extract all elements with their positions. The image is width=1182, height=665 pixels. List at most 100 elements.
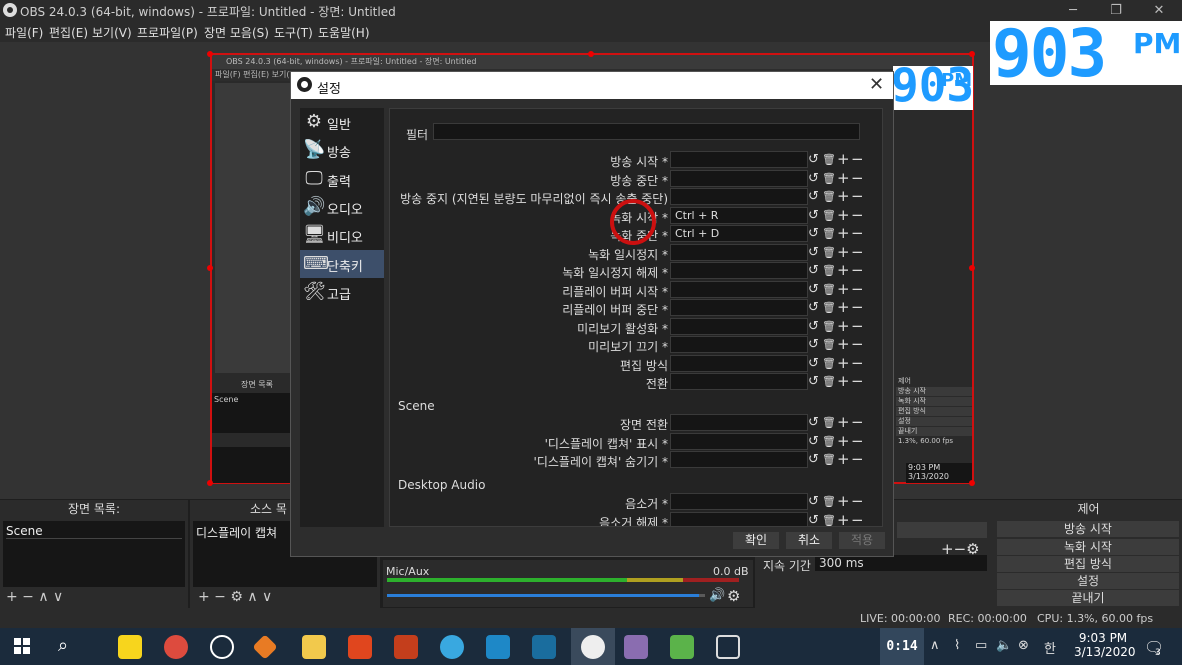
transform-handle[interactable]: [207, 480, 213, 486]
revert-icon[interactable]: ↺: [808, 336, 819, 353]
remove-icon[interactable]: −: [851, 188, 864, 205]
add-icon[interactable]: +: [837, 151, 850, 168]
recording-timer[interactable]: 0:14: [880, 628, 924, 665]
remove-icon[interactable]: −: [851, 280, 864, 298]
sidebar-item-hotkeys[interactable]: ⌨ 단축키: [300, 250, 384, 278]
add-icon[interactable]: +: [837, 493, 850, 510]
add-icon[interactable]: +: [837, 243, 850, 261]
revert-icon[interactable]: ↺: [808, 355, 819, 372]
add-icon[interactable]: +: [837, 317, 850, 335]
add-icon[interactable]: +: [837, 225, 850, 242]
xbox-icon[interactable]: [210, 635, 234, 659]
remove-icon[interactable]: −: [851, 206, 864, 224]
trash-icon[interactable]: 🗑: [822, 151, 836, 168]
hotkey-input[interactable]: [670, 188, 808, 205]
scene-item[interactable]: Scene: [6, 524, 182, 539]
menu-edit[interactable]: 편집(E): [49, 24, 88, 41]
remove-icon[interactable]: −: [851, 511, 864, 526]
sidebar-item-general[interactable]: ⚙ 일반: [300, 108, 384, 136]
add-icon[interactable]: +: [837, 188, 850, 205]
settings-button[interactable]: 설정: [997, 573, 1179, 589]
trash-icon[interactable]: 🗑: [822, 188, 836, 205]
remove-icon[interactable]: −: [851, 262, 864, 279]
ok-button[interactable]: 확인: [733, 532, 779, 549]
add-icon[interactable]: +: [837, 414, 850, 431]
transform-handle[interactable]: [588, 51, 594, 57]
hotkey-input[interactable]: [670, 280, 808, 298]
remove-icon[interactable]: −: [851, 373, 864, 390]
hotkey-input[interactable]: [670, 373, 808, 390]
revert-icon[interactable]: ↺: [808, 373, 819, 390]
add-icon[interactable]: +: [837, 206, 850, 224]
trash-icon[interactable]: 🗑: [822, 512, 836, 527]
transform-handle[interactable]: [969, 480, 975, 486]
revert-icon[interactable]: ↺: [808, 207, 819, 224]
add-icon[interactable]: +: [837, 354, 850, 372]
gear-icon[interactable]: ⚙: [727, 587, 740, 605]
trash-icon[interactable]: 🗑: [822, 281, 836, 298]
menu-profile[interactable]: 프로파일(P): [137, 24, 198, 41]
trash-icon[interactable]: 🗑: [822, 355, 836, 372]
revert-icon[interactable]: ↺: [808, 281, 819, 298]
transition-select[interactable]: [897, 522, 987, 538]
add-icon[interactable]: +: [837, 280, 850, 298]
transform-handle[interactable]: [207, 51, 213, 57]
menu-scene-collection[interactable]: 장면 모음(S): [204, 24, 269, 41]
remove-icon[interactable]: −: [851, 336, 864, 353]
search-icon[interactable]: ⌕: [58, 635, 68, 656]
chevron-up-icon[interactable]: ∧: [930, 638, 940, 653]
hotkey-input[interactable]: [670, 354, 808, 372]
add-icon[interactable]: +: [837, 169, 850, 187]
revert-icon[interactable]: ↺: [808, 225, 819, 242]
trash-icon[interactable]: 🗑: [822, 373, 836, 390]
matlab-icon[interactable]: [252, 634, 278, 660]
ime-indicator[interactable]: 한: [1044, 638, 1056, 657]
revert-icon[interactable]: ↺: [808, 451, 819, 468]
start-recording-button[interactable]: 녹화 시작: [997, 539, 1179, 555]
scenes-list[interactable]: Scene: [3, 521, 185, 587]
menu-tools[interactable]: 도구(T): [274, 24, 313, 41]
office-icon[interactable]: [348, 635, 372, 659]
add-icon[interactable]: +: [837, 299, 850, 316]
hotkey-input[interactable]: [670, 451, 808, 468]
sidebar-item-output[interactable]: 🖵 출력: [300, 165, 384, 193]
app-icon[interactable]: [532, 635, 556, 659]
menu-view[interactable]: 보기(V): [92, 24, 132, 41]
add-icon[interactable]: +: [837, 432, 850, 450]
transform-handle[interactable]: [969, 51, 975, 57]
remove-icon[interactable]: −: [851, 493, 864, 510]
hotkey-input[interactable]: [670, 243, 808, 261]
speaker-icon[interactable]: 🔊: [709, 588, 725, 603]
hotkey-input[interactable]: [670, 414, 808, 431]
revert-icon[interactable]: ↺: [808, 244, 819, 261]
transform-handle[interactable]: [207, 265, 213, 271]
trash-icon[interactable]: 🗑: [822, 318, 836, 335]
windows-start-icon[interactable]: [14, 638, 30, 654]
hotkey-input[interactable]: [670, 151, 808, 168]
kakaotalk-icon[interactable]: [118, 635, 142, 659]
trash-icon[interactable]: 🗑: [822, 299, 836, 316]
revert-icon[interactable]: ↺: [808, 151, 819, 168]
tray-app-icon[interactable]: [716, 635, 740, 659]
transform-handle[interactable]: [969, 265, 975, 271]
app-icon[interactable]: [486, 635, 510, 659]
hotkey-input[interactable]: [670, 169, 808, 187]
hotkey-input[interactable]: [670, 317, 808, 335]
trash-icon[interactable]: 🗑: [822, 170, 836, 187]
remove-icon[interactable]: −: [851, 451, 864, 468]
menu-help[interactable]: 도움말(H): [318, 24, 370, 41]
trash-icon[interactable]: 🗑: [822, 244, 836, 261]
revert-icon[interactable]: ↺: [808, 414, 819, 431]
sidebar-item-stream[interactable]: 📡 방송: [300, 136, 384, 164]
trash-icon[interactable]: 🗑: [822, 451, 836, 468]
remove-icon[interactable]: −: [851, 432, 864, 450]
scenes-dock-toolbar[interactable]: + − ∧ ∨: [0, 587, 188, 607]
battery-icon[interactable]: ▭: [975, 638, 987, 653]
wifi-icon[interactable]: ⌇: [954, 638, 960, 653]
remove-icon[interactable]: −: [851, 225, 864, 242]
stack-app-icon[interactable]: [670, 635, 694, 659]
trash-icon[interactable]: 🗑: [822, 262, 836, 279]
add-icon[interactable]: +: [837, 511, 850, 526]
hotkey-input[interactable]: [670, 262, 808, 279]
menu-file[interactable]: 파일(F): [5, 24, 43, 41]
